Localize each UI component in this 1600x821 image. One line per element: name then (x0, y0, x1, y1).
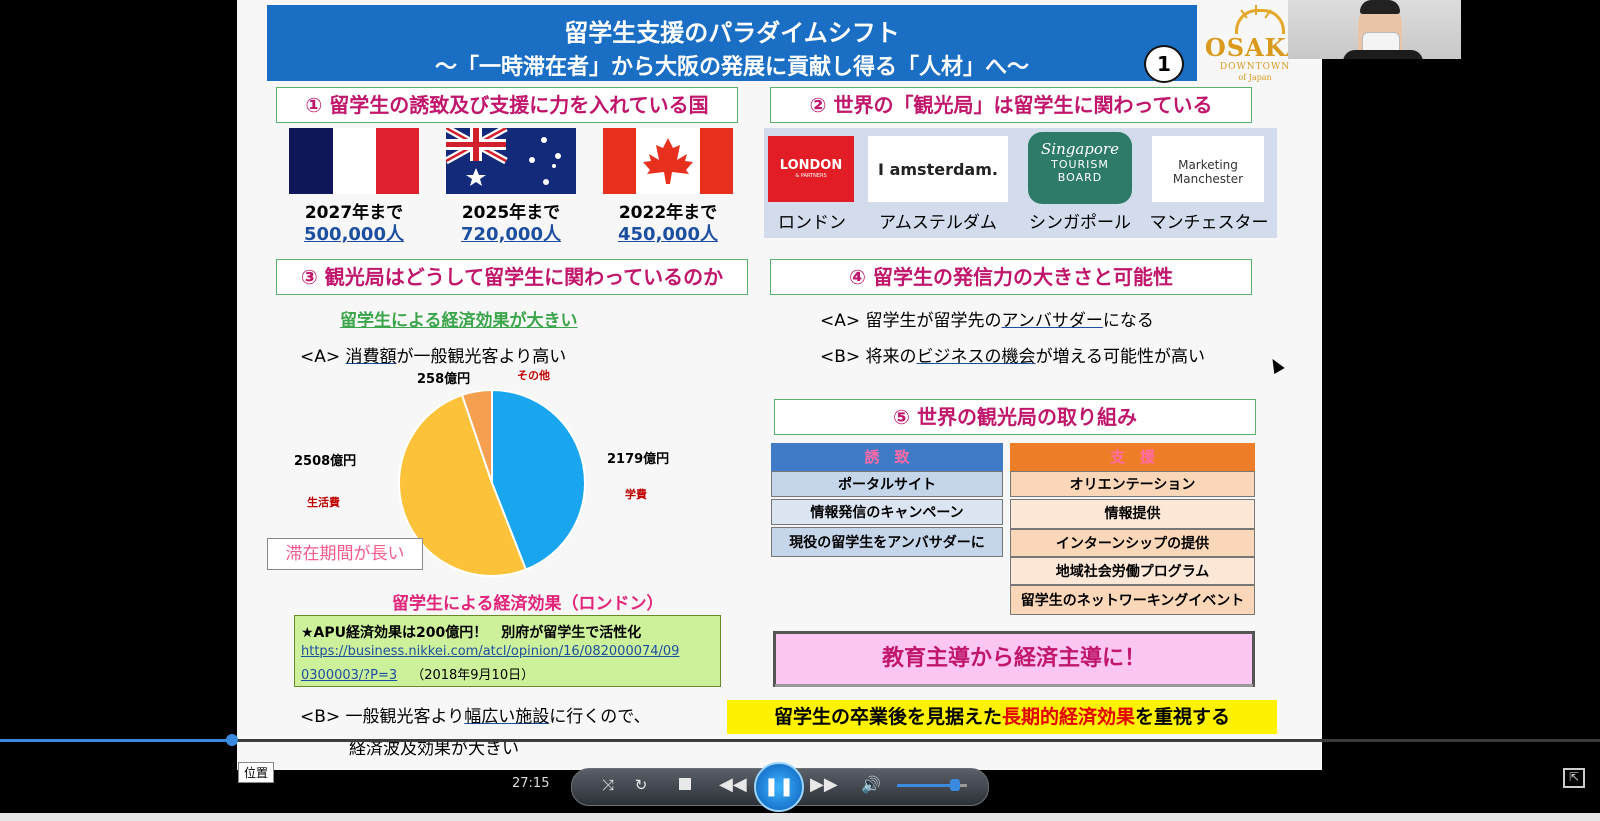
pie-category-living: 生活費 (307, 496, 340, 509)
seek-bar-progress (0, 739, 232, 742)
canada-target-value: 450,000人 (618, 224, 718, 245)
bureau-name-manchester: マンチェスター (1149, 213, 1269, 233)
chart-title: 留学生による経済効果（ロンドン） (392, 594, 664, 614)
volume-slider-thumb[interactable] (950, 779, 961, 791)
apu-note-title: ★APU経済効果は200億円！ 別府が留学生で活性化 (301, 625, 642, 641)
tourism-bureau-panel: LONDON & PARTNERS I amsterdam. Singapore… (764, 128, 1277, 238)
logo-sub1: DOWNTOWN (1219, 62, 1291, 72)
attract-item: ポータルサイト (771, 471, 1003, 497)
section1-heading: ① 留学生の誘致及び支援に力を入れている国 (276, 87, 738, 123)
section3-heading: ③ 観光局はどうして留学生に関わっているのか (276, 259, 748, 295)
pie-value-tuition: 2179億円 (607, 452, 670, 467)
section3-point-b: <B> 一般観光客より幅広い施設に行くので、 (300, 707, 651, 727)
section4-point-a: <A> 留学生が留学先のアンバサダーになる (820, 311, 1154, 331)
manchester-logo: Marketing Manchester (1152, 136, 1264, 202)
webcam-overlay (1288, 0, 1461, 59)
pie-category-tuition: 学費 (625, 488, 647, 501)
pie-value-living: 2508億円 (294, 454, 357, 469)
support-item: 地域社会労働プログラム (1010, 557, 1255, 585)
support-item: オリエンテーション (1010, 471, 1255, 497)
long-term-effect-banner: 留学生の卒業後を見据えた長期的経済効果を重視する (727, 700, 1277, 734)
pause-icon[interactable]: ❚❚ (754, 762, 804, 812)
australia-target-value: 720,000人 (461, 224, 561, 245)
section3-point-b-line2: 経済波及効果が大きい (349, 739, 519, 759)
apu-article-link[interactable]: https://business.nikkei.com/atcl/opinion… (301, 644, 679, 659)
stop-icon[interactable] (679, 778, 691, 790)
volume-slider-level (897, 784, 956, 787)
canada-flag-icon (603, 128, 733, 194)
singapore-logo: Singapore TOURISM BOARD (1028, 132, 1132, 204)
apu-article-link-cont[interactable]: 0300003/?P=3 (301, 668, 397, 683)
section3-point-a: <A> 消費額が一般観光客より高い (300, 347, 567, 367)
economic-effect-pie-chart (398, 388, 586, 577)
london-logo: LONDON & PARTNERS (768, 136, 854, 202)
support-item: 留学生のネットワーキングイベント (1010, 585, 1255, 615)
repeat-icon[interactable]: ↻ (628, 772, 654, 798)
slide-subtitle: ～「一時滞在者」から大阪の発展に貢献し得る「人材」へ～ (434, 55, 1029, 80)
shuffle-icon[interactable]: ⤨ (595, 772, 621, 798)
page-badge: 1 (1144, 45, 1184, 83)
econ-driven-banner: 教育主導から経済主導に！ (773, 631, 1255, 687)
support-item: 情報提供 (1010, 499, 1255, 529)
expand-icon[interactable]: ⇱ (1563, 768, 1585, 788)
stay-period-box: 滞在期間が長い (267, 538, 423, 570)
seek-bar[interactable] (0, 739, 1600, 742)
seek-bar-thumb[interactable] (226, 734, 238, 746)
attract-item: 情報発信のキャンペーン (771, 499, 1003, 525)
pie-value-other: 258億円 (417, 372, 471, 387)
bureau-name-amsterdam: アムステルダム (879, 213, 997, 233)
taskbar-strip (0, 813, 1600, 821)
section5-heading: ⑤ 世界の観光局の取り組み (774, 399, 1256, 435)
apu-date: （2018年9月10日） (411, 668, 535, 683)
fast-forward-icon[interactable]: ▶▶ (810, 772, 838, 798)
france-target-value: 500,000人 (304, 224, 404, 245)
playback-time: 27:15 (512, 776, 550, 791)
section4-heading: ④ 留学生の発信力の大きさと可能性 (770, 259, 1252, 295)
logo-sub2: of Japan (1238, 73, 1272, 82)
pie-category-other: その他 (517, 369, 550, 382)
attract-table-header: 誘 致 (771, 443, 1003, 471)
bureau-name-singapore: シンガポール (1029, 213, 1131, 233)
presentation-slide: 留学生支援のパラダイムシフト ～「一時滞在者」から大阪の発展に貢献し得る「人材」… (237, 0, 1322, 770)
section3-subheading: 留学生による経済効果が大きい (340, 311, 578, 331)
bureau-name-london: ロンドン (778, 213, 846, 233)
support-item: インターンシップの提供 (1010, 529, 1255, 557)
section4-point-b: <B> 将来のビジネスの機会が増える可能性が高い (820, 347, 1206, 367)
slide-title: 留学生支援のパラダイムシフト (564, 19, 900, 47)
volume-icon[interactable]: 🔊 (858, 772, 884, 798)
france-flag-icon (289, 128, 419, 194)
apu-note-box: ★APU経済効果は200億円！ 別府が留学生で活性化 https://busin… (294, 615, 721, 687)
slide-header: 留学生支援のパラダイムシフト ～「一時滞在者」から大阪の発展に貢献し得る「人材」… (267, 5, 1197, 81)
rewind-icon[interactable]: ◀◀ (719, 772, 747, 798)
section2-heading: ② 世界の「観光局」は留学生に関わっている (770, 87, 1252, 123)
support-table-header: 支 援 (1010, 443, 1255, 471)
amsterdam-logo: I amsterdam. (868, 136, 1008, 202)
position-tooltip: 位置 (238, 762, 275, 783)
australia-flag-icon (446, 128, 576, 194)
attract-item: 現役の留学生をアンバサダーに (771, 527, 1003, 557)
